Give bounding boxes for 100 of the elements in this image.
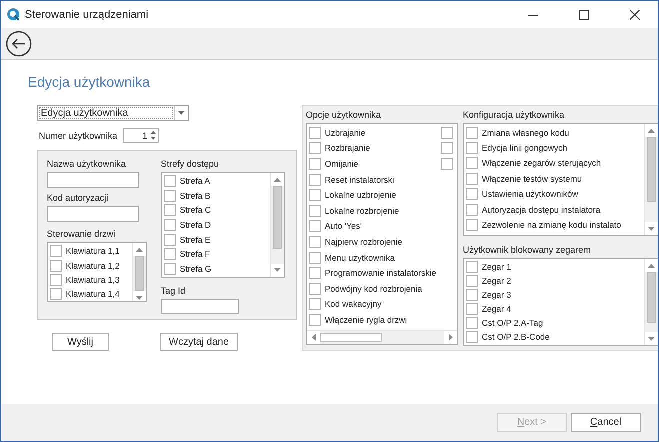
checkbox[interactable]	[441, 126, 453, 139]
checkbox[interactable]	[50, 288, 62, 300]
checkbox-label: Strefa D	[180, 220, 212, 230]
window-title: Sterowanie urządzeniami	[25, 8, 150, 20]
checkbox[interactable]	[466, 317, 478, 330]
checkbox-label: Menu użytkownika	[325, 252, 396, 263]
checkbox[interactable]	[309, 236, 321, 248]
horizontal-scrollbar[interactable]	[307, 330, 457, 344]
checkbox[interactable]	[309, 204, 321, 217]
checkbox-label: Zegar 3	[482, 290, 512, 300]
checkbox[interactable]	[164, 204, 176, 216]
checkbox-label: Podwójny kod rozbrojenia	[325, 284, 424, 294]
checkbox-label: Włączenie rygla drzwi	[325, 314, 408, 325]
page-title: Edycja użytkownika	[28, 74, 152, 90]
checkbox-label: Autoryzacja dostępu instalatora	[482, 204, 601, 215]
close-icon	[630, 10, 640, 20]
checkbox[interactable]	[164, 190, 176, 202]
checkbox-label: Rozbrajanie	[325, 143, 372, 154]
checkbox-label: Zegar 2	[482, 276, 512, 286]
checkbox[interactable]	[309, 282, 321, 295]
checkbox[interactable]	[164, 234, 176, 246]
spinner-arrows-icon	[150, 130, 156, 141]
checkbox[interactable]	[441, 142, 453, 154]
dropdown-arrow-icon	[178, 111, 185, 115]
checkbox[interactable]	[309, 298, 321, 310]
checkbox[interactable]	[309, 158, 321, 170]
checkbox[interactable]	[309, 220, 321, 232]
input-field[interactable]	[47, 172, 139, 188]
checkbox-label: Najpierw rozbrojenie	[325, 236, 404, 247]
checkbox[interactable]	[466, 219, 478, 232]
checkbox-label: Kod wakacyjny	[325, 299, 383, 310]
checkbox-label: Włączenie testów systemu	[482, 174, 582, 184]
checkbox-label: Klawiatura 1,1	[66, 246, 120, 256]
action-button[interactable]: Wczytaj dane	[160, 333, 238, 351]
checkbox[interactable]	[164, 248, 176, 260]
checkbox[interactable]	[466, 142, 478, 154]
checkbox[interactable]	[466, 261, 478, 274]
field-label: Opcje użytkownika	[306, 110, 382, 120]
checkbox-label: Klawiatura 1,3	[66, 274, 120, 285]
checkbox-label: Edycja linii gongowych	[482, 143, 568, 154]
checkbox-label: Omijanie	[325, 158, 360, 169]
vertical-scrollbar[interactable]	[644, 124, 658, 236]
checkbox[interactable]	[164, 262, 176, 275]
checkbox[interactable]	[164, 219, 176, 232]
input-field[interactable]	[47, 206, 139, 222]
checkbox[interactable]	[466, 204, 478, 216]
checkbox-label: Strefa C	[180, 205, 212, 216]
down-arrow-icon	[136, 296, 143, 300]
up-arrow-icon	[274, 178, 281, 182]
checkbox[interactable]	[50, 245, 62, 258]
vertical-scrollbar[interactable]	[270, 173, 284, 277]
checkbox-label: Zegar 1	[482, 262, 512, 272]
checkbox[interactable]	[309, 142, 321, 154]
checkbox-label: Auto 'Yes'	[325, 221, 363, 232]
checkbox[interactable]	[466, 331, 478, 344]
checkbox[interactable]	[309, 267, 321, 280]
number-spinner[interactable]: 1	[122, 128, 159, 143]
checkbox[interactable]	[466, 172, 478, 185]
checkbox[interactable]	[309, 174, 321, 186]
checkbox[interactable]	[466, 126, 478, 139]
checkbox[interactable]	[309, 314, 321, 326]
checkbox[interactable]	[466, 303, 478, 316]
field-label: Numer użytkownika	[39, 130, 118, 140]
action-button[interactable]: Wyślij	[52, 333, 109, 351]
checkbox-label: Zezwolenie na zmianę kodu instalato	[482, 220, 622, 230]
checkbox[interactable]	[466, 157, 478, 170]
vertical-scrollbar[interactable]	[644, 259, 658, 345]
checkbox-label: Cst O/P 2.A-Tag	[482, 318, 544, 328]
up-arrow-icon	[648, 128, 655, 132]
checkbox[interactable]	[164, 175, 176, 188]
field-label: Strefy dostępu	[161, 159, 220, 169]
checkbox[interactable]	[50, 260, 62, 272]
checkbox[interactable]	[309, 252, 321, 264]
field-label: Konfiguracja użytkownika	[463, 110, 566, 120]
checkbox-label: Lokalne rozbrojenie	[325, 206, 400, 216]
maximize-icon	[579, 10, 589, 20]
field-label: Sterowanie drzwi	[47, 229, 117, 239]
field-label: Użytkownik blokowany zegarem	[463, 245, 592, 256]
vertical-scrollbar[interactable]	[132, 243, 146, 301]
checkbox[interactable]	[466, 289, 478, 302]
checkbox[interactable]	[466, 275, 478, 288]
checkbox-label: Strefa F	[180, 249, 210, 260]
back-icon[interactable]	[6, 30, 32, 56]
input-field[interactable]	[161, 298, 239, 314]
mode-dropdown[interactable]: Edycja użytkownika	[37, 105, 189, 121]
right-arrow-icon	[448, 334, 452, 341]
up-arrow-icon	[136, 248, 143, 252]
checkbox-label: Zegar 4	[482, 304, 512, 314]
checkbox-label: Ustawienia użytkowników	[482, 189, 578, 200]
checkbox[interactable]	[441, 158, 453, 170]
checkbox[interactable]	[309, 126, 321, 139]
checkbox[interactable]	[50, 274, 62, 286]
app-icon	[7, 8, 20, 21]
checkbox[interactable]	[466, 188, 478, 200]
checkbox-label: Lokalne uzbrojenie	[325, 190, 398, 200]
checkbox[interactable]	[309, 189, 321, 202]
cancel-button[interactable]: Cancel	[571, 413, 641, 432]
field-label: Nazwa użytkownika	[47, 159, 128, 169]
checkbox-label: Włączenie zegarów sterujących	[482, 158, 602, 168]
checkbox-label: Uzbrajanie	[325, 128, 367, 138]
